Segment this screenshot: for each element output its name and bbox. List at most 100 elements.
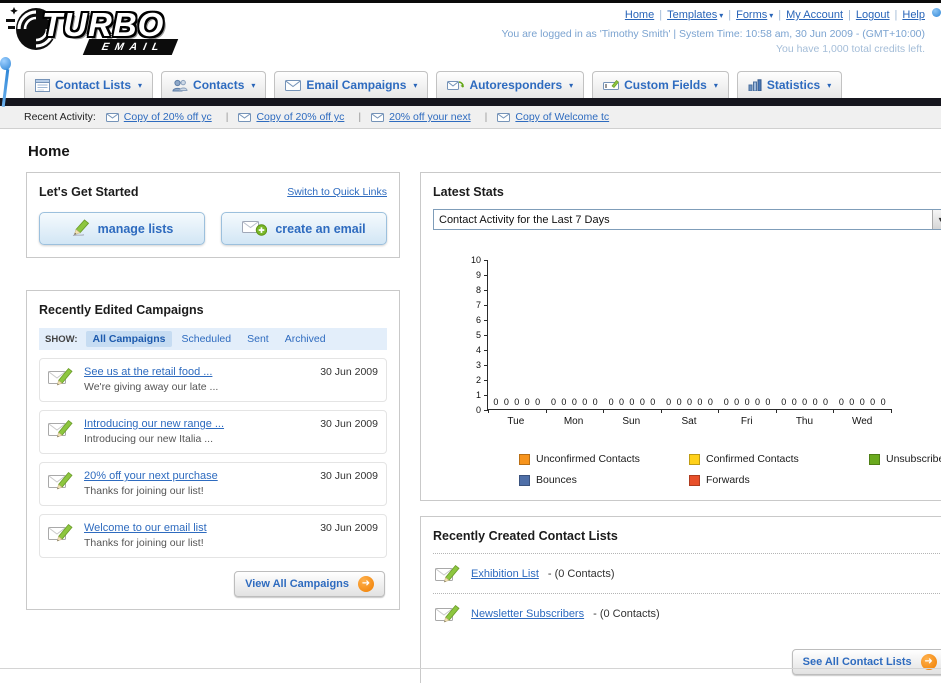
legend-label: Bounces [536,474,577,486]
tab-label: Statistics [766,78,821,92]
contacts-icon [172,79,188,92]
tab-label: Custom Fields [624,78,707,92]
chart-value-label: 0 [822,397,828,407]
stats-period-select[interactable]: Contact Activity for the Last 7 Days ▾ [433,209,941,230]
chart-category: 00000 [833,260,891,409]
legend-item: Bounces [519,474,689,486]
chart-value-label: 0 [503,397,509,407]
chart-value-label: 0 [550,397,556,407]
stats-period-value: Contact Activity for the Last 7 Days [439,213,610,226]
main-content: Home Let's Get Started Switch to Quick L… [0,129,941,683]
recent-activity-label: Recent Activity: [24,111,96,123]
campaign-subtitle: We're giving away our late ... [84,381,219,393]
y-axis-label: 5 [475,330,481,340]
chart-value-row: 00000 [546,397,604,407]
chart-value-label: 0 [802,397,808,407]
tab-autoresponders[interactable]: Autoresponders ▾ [436,71,585,98]
top-link-templates[interactable]: Templates [667,9,717,21]
autoresponders-icon [447,79,465,92]
chart-value-label: 0 [781,397,787,407]
logo-subtitle: EMAIL [82,39,178,55]
chart-category: 00000 [488,260,546,409]
chart-value-label: 0 [812,397,818,407]
tab-email-campaigns[interactable]: Email Campaigns ▾ [274,71,429,98]
contact-list-item: Newsletter Subscribers - (0 Contacts) [433,593,941,633]
campaign-link[interactable]: See us at the retail food ... [84,366,212,378]
legend-item: Forwards [689,474,869,486]
recent-contact-lists-title: Recently Created Contact Lists [433,529,618,543]
y-axis-label: 1 [475,390,481,400]
legend-label: Unsubscribes [886,453,941,465]
chart-value-label: 0 [723,397,729,407]
x-axis-tick [833,409,835,413]
campaign-list: See us at the retail food ... We're givin… [39,358,387,558]
chart-value-label: 0 [676,397,682,407]
legend-item: Unsubscribes [869,453,941,465]
envelope-pencil-icon [435,603,462,624]
recent-activity-item[interactable]: Copy of 20% off yc [238,111,361,123]
y-axis-label: 4 [475,345,481,355]
filter-scheduled[interactable]: Scheduled [174,331,238,347]
contact-list-link[interactable]: Newsletter Subscribers [471,608,584,620]
recent-activity-item[interactable]: 20% off your next [371,111,487,123]
manage-lists-button[interactable]: manage lists [39,212,205,245]
chevron-down-icon: ▾ [413,80,418,90]
page-title: Home [28,143,70,160]
see-all-contact-lists-button[interactable]: See All Contact Lists ➜ [791,649,941,675]
email-item-icon [497,112,511,122]
email-campaigns-icon [285,79,302,91]
top-link-help[interactable]: Help [902,9,925,21]
chart-category: 00000 [776,260,834,409]
campaign-link[interactable]: Introducing our new range ... [84,418,224,430]
filter-sent[interactable]: Sent [240,331,276,347]
chevron-down-icon: ▾ [569,80,574,90]
chart-value-label: 0 [639,397,645,407]
chart-value-label: 0 [744,397,750,407]
filter-all-campaigns[interactable]: All Campaigns [85,331,173,347]
tab-custom-fields[interactable]: Custom Fields ▾ [592,71,729,98]
recent-activity-item[interactable]: Copy of Welcome tc [497,111,609,123]
email-item-icon [238,112,252,122]
email-item-icon [105,112,119,122]
chart-value-row: 00000 [488,397,546,407]
campaign-subtitle: Thanks for joining our list! [84,537,204,549]
campaign-list-item: See us at the retail food ... We're givin… [39,358,387,402]
top-link-my-account[interactable]: My Account [786,9,843,21]
top-link-logout[interactable]: Logout [856,9,890,21]
tab-statistics[interactable]: Statistics ▾ [736,71,843,98]
chart-categories: 00000000000000000000000000000000000 [488,260,891,409]
chart-value-label: 0 [849,397,855,407]
contact-list-link[interactable]: Exhibition List [471,568,539,580]
chart-value-label: 0 [859,397,865,407]
recent-activity-link: Copy of 20% off yc [123,111,212,123]
top-link-home[interactable]: Home [625,9,654,21]
chart-value-row: 00000 [603,397,661,407]
recent-activity-item[interactable]: Copy of 20% off yc [105,111,229,123]
app-window: TURBO EMAIL HomeTemplates▾Forms▾My Accou… [0,0,941,683]
legend-swatch [689,453,700,465]
campaign-text: Welcome to our email list Thanks for join… [84,522,305,549]
contact-list-detail: - (0 Contacts) [593,607,660,620]
tab-contact-lists[interactable]: Contact Lists ▾ [24,71,154,98]
create-email-button[interactable]: create an email [221,212,387,245]
tab-contacts[interactable]: Contacts ▾ [161,71,267,98]
footer-divider [0,668,941,669]
tab-label: Autoresponders [469,78,563,92]
switch-quick-links-link[interactable]: Switch to Quick Links [287,186,387,198]
chart-value-row: 00000 [718,397,776,407]
filter-archived[interactable]: Archived [278,331,333,347]
chart-value-label: 0 [754,397,760,407]
legend-item: Confirmed Contacts [689,453,869,465]
y-axis-tick [484,260,488,261]
chart-value-label: 0 [765,397,771,407]
envelope-pencil-icon [48,470,75,491]
chart-value-label: 0 [870,397,876,407]
top-link-forms[interactable]: Forms [736,9,767,21]
campaign-link[interactable]: 20% off your next purchase [84,470,218,482]
chevron-down-icon: ▾ [138,80,143,90]
view-all-campaigns-button[interactable]: View All Campaigns ➜ [234,571,385,597]
campaign-link[interactable]: Welcome to our email list [84,522,207,534]
y-axis-tick [484,290,488,291]
chevron-down-icon: ▾ [769,11,774,20]
y-axis-tick [484,380,488,381]
